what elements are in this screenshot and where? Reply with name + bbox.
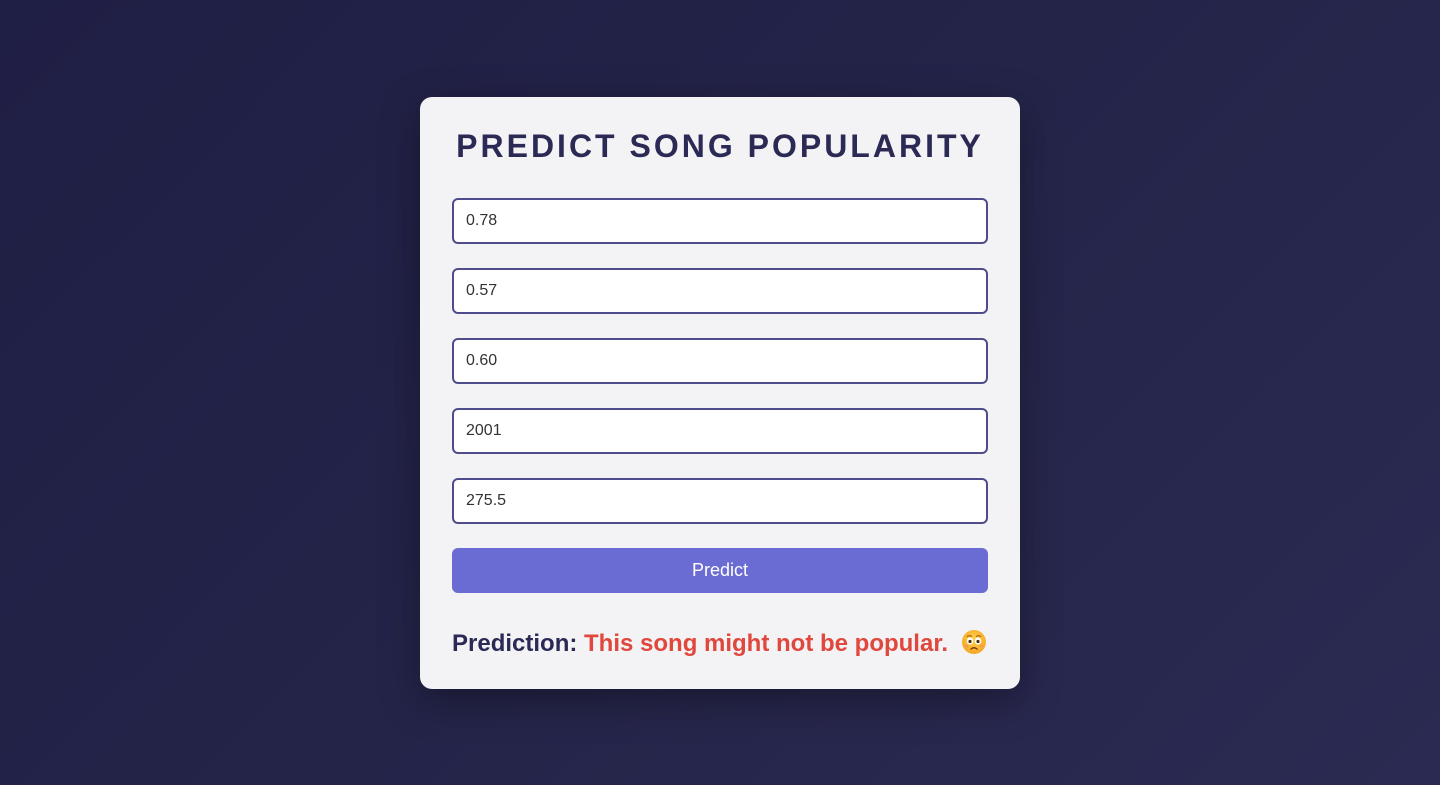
feature-input-4[interactable] (452, 408, 988, 454)
predict-button[interactable]: Predict (452, 548, 988, 593)
feature-input-1[interactable] (452, 198, 988, 244)
prediction-text: This song might not be popular. (584, 630, 948, 657)
feature-input-3[interactable] (452, 338, 988, 384)
prediction-form: Predict (452, 198, 988, 593)
prediction-card: PREDICT SONG POPULARITY Predict Predicti… (420, 97, 1020, 689)
prediction-label: Prediction: (452, 630, 578, 657)
worried-face-icon (961, 629, 987, 655)
prediction-result: Prediction: This song might not be popul… (452, 629, 988, 658)
page-title: PREDICT SONG POPULARITY (456, 128, 984, 164)
feature-input-2[interactable] (452, 268, 988, 314)
feature-input-5[interactable] (452, 478, 988, 524)
